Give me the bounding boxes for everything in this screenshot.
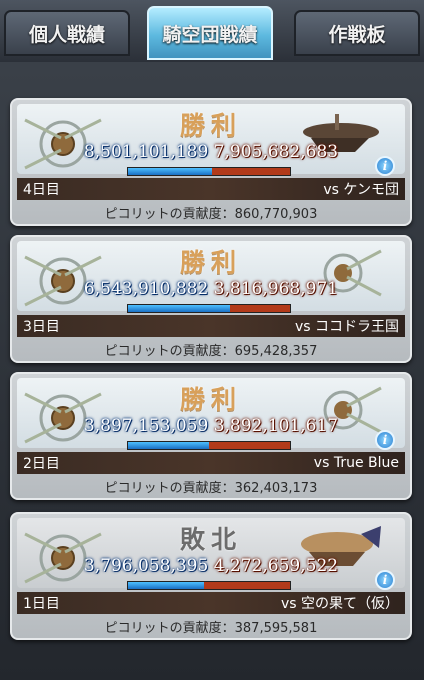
contribution-label: ピコリットの貢献度： xyxy=(104,481,235,496)
contribution-line: ピコリットの貢献度：695,428,357 xyxy=(12,340,410,359)
tab-bar: 個人戦績 騎空団戦績 作戦板 xyxy=(0,0,424,62)
score-ratio-bar xyxy=(127,441,291,450)
contribution-label: ピコリットの貢献度： xyxy=(104,344,235,359)
opponent-name: vs ケンモ団 xyxy=(323,182,399,198)
contribution-value: 387,595,581 xyxy=(234,621,318,636)
their-score: 4,272,659,522 xyxy=(213,556,339,576)
result-banner: 勝利 3,897,153,059 3,892,101,617 i xyxy=(17,378,405,450)
matchup-strip: 1日目 vs 空の果て（仮） xyxy=(17,592,405,614)
result-banner: 勝利 6,543,910,882 3,816,968,971 xyxy=(17,241,405,313)
score-line: 3,897,153,059 3,892,101,617 xyxy=(17,416,405,436)
battle-card[interactable]: 勝利 3,897,153,059 3,892,101,617 i 2日目 vs … xyxy=(10,372,412,500)
contribution-label: ピコリットの貢献度： xyxy=(104,621,235,636)
our-score: 3,796,058,395 xyxy=(83,556,209,576)
tab-personal-record[interactable]: 個人戦績 xyxy=(4,10,130,56)
their-score: 3,816,968,971 xyxy=(213,279,339,299)
our-score: 8,501,101,189 xyxy=(83,142,209,162)
their-score: 7,905,682,683 xyxy=(213,142,339,162)
day-label: 3日目 xyxy=(23,319,60,335)
result-label: 勝利 xyxy=(179,248,242,277)
day-label: 4日目 xyxy=(23,182,60,198)
day-label: 1日目 xyxy=(23,596,60,612)
score-line: 6,543,910,882 3,816,968,971 xyxy=(17,279,405,299)
our-share-fill xyxy=(128,168,212,175)
our-share-fill xyxy=(128,442,209,449)
battle-record-list: 勝利 8,501,101,189 7,905,682,683 i 4日目 vs … xyxy=(0,62,424,680)
battle-card[interactable]: 勝利 6,543,910,882 3,816,968,971 3日目 vs ココ… xyxy=(10,235,412,363)
result-banner: 勝利 8,501,101,189 7,905,682,683 i xyxy=(17,104,405,176)
contribution-value: 860,770,903 xyxy=(234,207,318,222)
our-share-fill xyxy=(128,582,205,589)
info-icon[interactable]: i xyxy=(375,156,395,176)
score-ratio-bar xyxy=(127,581,291,590)
matchup-strip: 3日目 vs ココドラ王国 xyxy=(17,315,405,337)
contribution-value: 695,428,357 xyxy=(234,344,318,359)
score-ratio-bar xyxy=(127,167,291,176)
result-label: 勝利 xyxy=(179,111,242,140)
score-line: 8,501,101,189 7,905,682,683 xyxy=(17,142,405,162)
matchup-strip: 4日目 vs ケンモ団 xyxy=(17,178,405,200)
score-ratio-bar xyxy=(127,304,291,313)
info-icon[interactable]: i xyxy=(375,570,395,590)
tab-crew-record[interactable]: 騎空団戦績 xyxy=(147,6,273,60)
day-label: 2日目 xyxy=(23,456,60,472)
result-banner: 敗北 3,796,058,395 4,272,659,522 i xyxy=(17,518,405,590)
battle-card[interactable]: 勝利 8,501,101,189 7,905,682,683 i 4日目 vs … xyxy=(10,98,412,226)
opponent-name: vs ココドラ王国 xyxy=(294,319,399,335)
tab-strategy-board[interactable]: 作戦板 xyxy=(294,10,420,56)
result-label: 敗北 xyxy=(179,525,242,554)
result-label: 勝利 xyxy=(179,385,242,414)
contribution-line: ピコリットの貢献度：860,770,903 xyxy=(12,203,410,222)
info-icon[interactable]: i xyxy=(375,430,395,450)
opponent-name: vs True Blue xyxy=(313,455,399,471)
contribution-label: ピコリットの貢献度： xyxy=(104,207,235,222)
our-share-fill xyxy=(128,305,231,312)
contribution-line: ピコリットの貢献度：387,595,581 xyxy=(12,617,410,636)
their-score: 3,892,101,617 xyxy=(213,416,339,436)
matchup-strip: 2日目 vs True Blue xyxy=(17,452,405,474)
score-line: 3,796,058,395 4,272,659,522 xyxy=(17,556,405,576)
battle-card[interactable]: 敗北 3,796,058,395 4,272,659,522 i 1日目 vs … xyxy=(10,512,412,640)
opponent-name: vs 空の果て（仮） xyxy=(280,596,399,612)
our-score: 6,543,910,882 xyxy=(83,279,209,299)
contribution-value: 362,403,173 xyxy=(234,481,318,496)
our-score: 3,897,153,059 xyxy=(83,416,209,436)
contribution-line: ピコリットの貢献度：362,403,173 xyxy=(12,477,410,496)
